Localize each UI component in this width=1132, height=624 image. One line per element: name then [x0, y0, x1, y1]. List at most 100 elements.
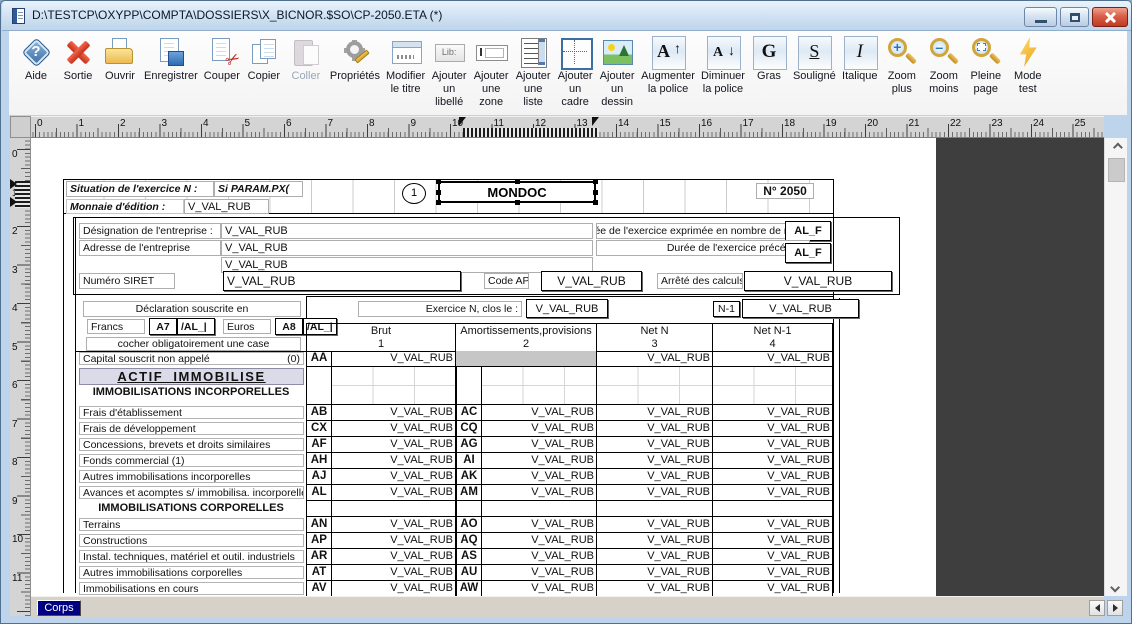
ajouter-une-liste-button[interactable]: Ajouter une liste	[512, 35, 554, 109]
row-label-box[interactable]: Autres immobilisations corporelles	[79, 566, 304, 579]
maximize-button[interactable]	[1060, 7, 1089, 27]
row-amort-cell[interactable]: V_VAL_RUB	[482, 453, 597, 469]
siret-value-field[interactable]: V_VAL_RUB	[223, 271, 461, 291]
duration-prev-label[interactable]: Durée de l'exercice précédent	[596, 240, 810, 256]
row-amort-cell[interactable]: V_VAL_RUB	[482, 485, 597, 501]
selection-handle[interactable]	[515, 200, 520, 205]
n1-label[interactable]: N-1	[713, 301, 740, 317]
row-net-n-cell[interactable]: V_VAL_RUB	[597, 517, 713, 533]
augmenter-la-police-button[interactable]: A↑Augmenter la police	[638, 35, 698, 96]
currency-value-field[interactable]: V_VAL_RUB	[184, 199, 269, 214]
row-label-box[interactable]: Constructions	[79, 534, 304, 547]
copier-button[interactable]: Copier	[243, 35, 285, 83]
row-net-n1-cell[interactable]: V_VAL_RUB	[713, 421, 833, 437]
enregistrer-button[interactable]: Enregistrer	[141, 35, 201, 83]
row-amort-cell[interactable]: V_VAL_RUB	[482, 405, 597, 421]
row-amort-cell[interactable]: V_VAL_RUB	[482, 533, 597, 549]
row-net-n1-cell[interactable]: V_VAL_RUB	[713, 437, 833, 453]
row-net-n1-cell[interactable]: V_VAL_RUB	[713, 581, 833, 596]
ape-value-field[interactable]: V_VAL_RUB	[541, 271, 642, 291]
sortie-button[interactable]: Sortie	[57, 35, 99, 83]
row-label-box[interactable]: Autres immobilisations incorporelles	[79, 470, 304, 483]
row-net-n-cell[interactable]: V_VAL_RUB	[597, 549, 713, 565]
row-brut-cell[interactable]: V_VAL_RUB	[332, 549, 456, 565]
zoom-moins-button[interactable]: –Zoom moins	[923, 35, 965, 96]
page-marker-circle[interactable]: 1	[402, 183, 426, 204]
duration-prev-value-field[interactable]: AL_F	[785, 243, 831, 263]
row-net-n-cell[interactable]: V_VAL_RUB	[597, 533, 713, 549]
scroll-down-button[interactable]	[1105, 578, 1128, 596]
scroll-right-button[interactable]	[1107, 600, 1123, 616]
row-label-box[interactable]: Instal. techniques, matériel et outil. i…	[79, 550, 304, 563]
mode-test-button[interactable]: Mode test	[1007, 35, 1049, 96]
row-brut-cell[interactable]: V_VAL_RUB	[332, 421, 456, 437]
vertical-scrollbar[interactable]	[1104, 138, 1127, 596]
row-brut-cell[interactable]: V_VAL_RUB	[332, 437, 456, 453]
row-label-box[interactable]: Frais d'établissement	[79, 406, 304, 419]
row-net-n1-cell[interactable]: V_VAL_RUB	[713, 485, 833, 501]
scroll-up-button[interactable]	[1105, 138, 1128, 156]
declaration-title[interactable]: Déclaration souscrite en	[83, 301, 301, 317]
capital-label-box[interactable]: Capital souscrit non appelé(0)	[79, 352, 304, 365]
row-label-box[interactable]: Frais de développement	[79, 422, 304, 435]
corps-tab[interactable]: Corps	[37, 600, 81, 616]
row-label-box[interactable]: Avances et acomptes s/ immobilisa. incor…	[79, 486, 304, 499]
capital-net-n1-cell[interactable]: V_VAL_RUB	[713, 351, 833, 367]
ape-label[interactable]: Code APE	[484, 273, 529, 289]
form-number[interactable]: N° 2050	[756, 183, 814, 199]
row-brut-cell[interactable]: V_VAL_RUB	[332, 565, 456, 581]
row-amort-cell[interactable]: V_VAL_RUB	[482, 549, 597, 565]
currency-label[interactable]: Monnaie d'édition :	[66, 199, 184, 214]
row-amort-cell[interactable]: V_VAL_RUB	[482, 581, 597, 596]
minimize-button[interactable]	[1024, 7, 1057, 27]
selection-handle[interactable]	[593, 190, 598, 195]
row-amort-cell[interactable]: V_VAL_RUB	[482, 565, 597, 581]
exercice-label[interactable]: Exercice N, clos le :	[358, 301, 522, 317]
exercice-value-field[interactable]: V_VAL_RUB	[526, 299, 608, 318]
n1-value-field[interactable]: V_VAL_RUB	[742, 299, 859, 318]
row-net-n1-cell[interactable]: V_VAL_RUB	[713, 469, 833, 485]
diminuer-la-police-button[interactable]: A↓Diminuer la police	[698, 35, 748, 96]
capital-brut-cell[interactable]: V_VAL_RUB	[332, 351, 456, 367]
arrete-value-field[interactable]: V_VAL_RUB	[744, 271, 892, 291]
italique-button[interactable]: Italique	[839, 35, 881, 83]
row-brut-cell[interactable]: V_VAL_RUB	[332, 405, 456, 421]
row-net-n-cell[interactable]: V_VAL_RUB	[597, 565, 713, 581]
row-net-n1-cell[interactable]: V_VAL_RUB	[713, 453, 833, 469]
situation-value-field[interactable]: Si PARAM.PX(	[214, 181, 303, 197]
ajouter-une-zone-button[interactable]: Ajouter une zone	[470, 35, 512, 109]
arrete-label[interactable]: Arrêté des calculs	[657, 273, 743, 289]
selection-handle[interactable]	[436, 179, 441, 184]
row-label-box[interactable]: Immobilisations en cours	[79, 582, 304, 595]
zoom-plus-button[interactable]: +Zoom plus	[881, 35, 923, 96]
ajouter-un-libelle-button[interactable]: Ajouter un libellé	[428, 35, 470, 109]
souligne-button[interactable]: Souligné	[790, 35, 839, 83]
row-amort-cell[interactable]: V_VAL_RUB	[482, 437, 597, 453]
row-brut-cell[interactable]: V_VAL_RUB	[332, 453, 456, 469]
selection-handle[interactable]	[436, 190, 441, 195]
duration-label[interactable]: Durée de l'exercice exprimée en nombre d…	[596, 223, 810, 239]
proprietes-button[interactable]: Propriétés	[327, 35, 383, 83]
vertical-scrollbar-thumb[interactable]	[1108, 158, 1125, 182]
row-net-n1-cell[interactable]: V_VAL_RUB	[713, 565, 833, 581]
ouvrir-button[interactable]: Ouvrir	[99, 35, 141, 83]
row-net-n-cell[interactable]: V_VAL_RUB	[597, 421, 713, 437]
address-label[interactable]: Adresse de l'entreprise	[79, 240, 221, 256]
couper-button[interactable]: Couper	[201, 35, 243, 83]
capital-net-n-cell[interactable]: V_VAL_RUB	[597, 351, 713, 367]
selection-handle[interactable]	[593, 200, 598, 205]
selection-handle[interactable]	[436, 200, 441, 205]
row-net-n-cell[interactable]: V_VAL_RUB	[597, 437, 713, 453]
row-net-n-cell[interactable]: V_VAL_RUB	[597, 581, 713, 596]
row-brut-cell[interactable]: V_VAL_RUB	[332, 485, 456, 501]
selection-handle[interactable]	[515, 179, 520, 184]
situation-label[interactable]: Situation de l'exercice N :	[66, 181, 214, 197]
row-net-n1-cell[interactable]: V_VAL_RUB	[713, 405, 833, 421]
row-net-n-cell[interactable]: V_VAL_RUB	[597, 453, 713, 469]
row-net-n-cell[interactable]: V_VAL_RUB	[597, 485, 713, 501]
pleine-page-button[interactable]: Pleine page	[965, 35, 1007, 96]
row-net-n-cell[interactable]: V_VAL_RUB	[597, 405, 713, 421]
row-brut-cell[interactable]: V_VAL_RUB	[332, 533, 456, 549]
row-label-box[interactable]: Concessions, brevets et droits similaire…	[79, 438, 304, 451]
scroll-left-button[interactable]	[1089, 600, 1105, 616]
